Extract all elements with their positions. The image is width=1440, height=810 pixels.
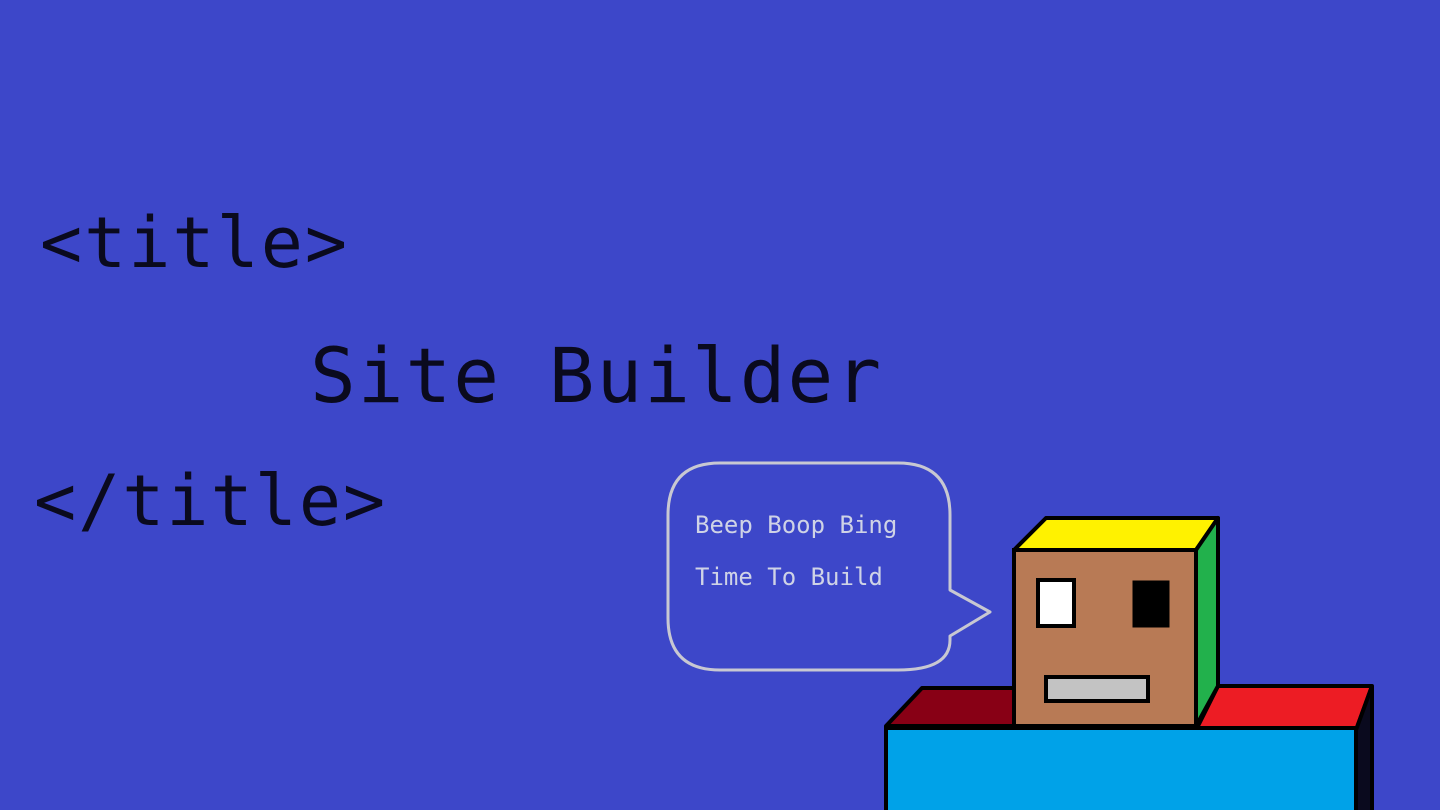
- robot-head-side: [1194, 516, 1220, 728]
- robot-character: [884, 516, 1374, 810]
- robot-left-shoulder: [884, 686, 1016, 728]
- robot-head-top: [1012, 516, 1220, 552]
- robot-mouth: [1044, 675, 1150, 703]
- robot-left-eye: [1036, 578, 1076, 628]
- robot-right-shoulder: [1194, 684, 1374, 732]
- title-screen: <title> Site Builder </title> Beep Boop …: [0, 0, 1440, 810]
- robot-body: [884, 726, 1358, 810]
- robot-right-eye: [1132, 580, 1170, 628]
